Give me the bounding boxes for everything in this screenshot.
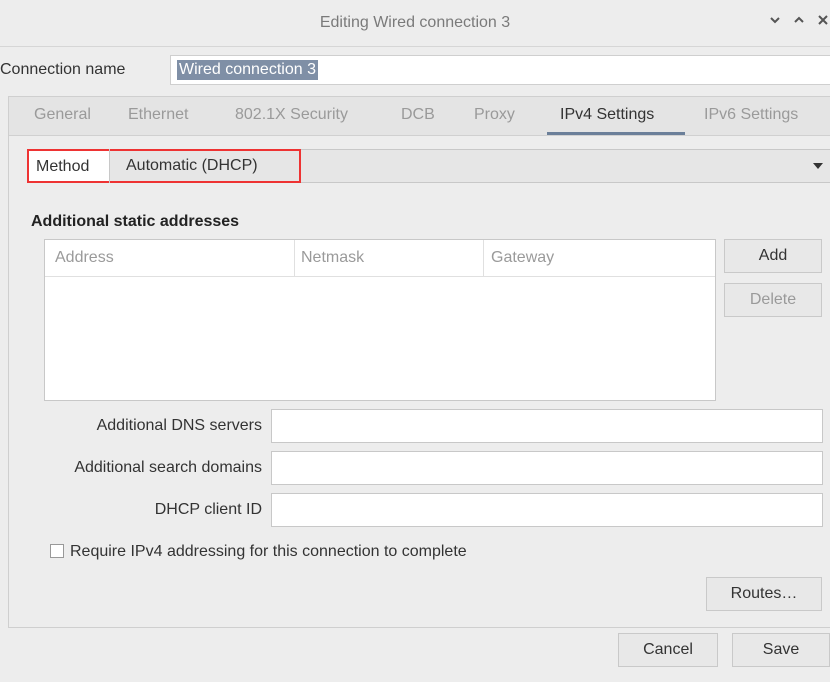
tab-ipv4-settings[interactable]: IPv4 Settings [560,106,654,124]
require-ipv4-checkbox[interactable] [50,544,64,558]
method-label: Method [36,158,90,175]
column-netmask[interactable]: Netmask [301,249,364,267]
connection-name-row: Connection name Wired connection 3 [0,55,830,87]
tab-8021x-security[interactable]: 802.1X Security [235,106,348,124]
search-domains-input[interactable] [271,451,823,485]
method-row: Method Automatic (DHCP) [27,149,830,183]
column-address[interactable]: Address [55,249,114,267]
method-label-box: Method [27,149,109,183]
delete-button[interactable]: Delete [724,283,822,317]
settings-notebook: General Ethernet 802.1X Security DCB Pro… [8,96,830,628]
table-header: Address Netmask Gateway [45,240,715,277]
chevron-down-icon [813,163,823,169]
tab-general[interactable]: General [34,106,91,124]
static-addresses-table[interactable]: Address Netmask Gateway [44,239,716,401]
tab-ipv6-settings[interactable]: IPv6 Settings [704,106,798,124]
cancel-button[interactable]: Cancel [618,633,718,667]
window-controls [768,13,830,31]
tab-proxy[interactable]: Proxy [474,106,515,124]
column-gateway[interactable]: Gateway [491,249,554,267]
dhcp-client-id-input[interactable] [271,493,823,527]
tab-ethernet[interactable]: Ethernet [128,106,188,124]
dhcp-client-id-label: DHCP client ID [154,501,262,518]
routes-button[interactable]: Routes… [706,577,822,611]
method-dropdown[interactable]: Automatic (DHCP) [109,149,830,183]
close-icon[interactable] [816,13,830,31]
minimize-icon[interactable] [768,13,782,31]
window-title: Editing Wired connection 3 [319,14,511,31]
dns-servers-label: Additional DNS servers [96,417,262,434]
require-ipv4-label: Require IPv4 addressing for this connect… [70,543,467,560]
tab-bar: General Ethernet 802.1X Security DCB Pro… [9,97,830,136]
save-button[interactable]: Save [732,633,830,667]
connection-name-input[interactable]: Wired connection 3 [170,55,830,85]
static-addresses-title: Additional static addresses [31,213,240,230]
column-separator [294,240,295,276]
dns-servers-input[interactable] [271,409,823,443]
maximize-icon[interactable] [792,13,806,31]
search-domains-label: Additional search domains [74,459,262,476]
tab-dcb[interactable]: DCB [401,106,435,124]
connection-name-label: Connection name [0,61,126,78]
column-separator [483,240,484,276]
window-titlebar[interactable]: Editing Wired connection 3 [0,0,830,47]
active-tab-indicator [547,132,685,135]
add-button[interactable]: Add [724,239,822,273]
connection-name-value: Wired connection 3 [177,60,318,80]
method-value: Automatic (DHCP) [126,157,258,174]
